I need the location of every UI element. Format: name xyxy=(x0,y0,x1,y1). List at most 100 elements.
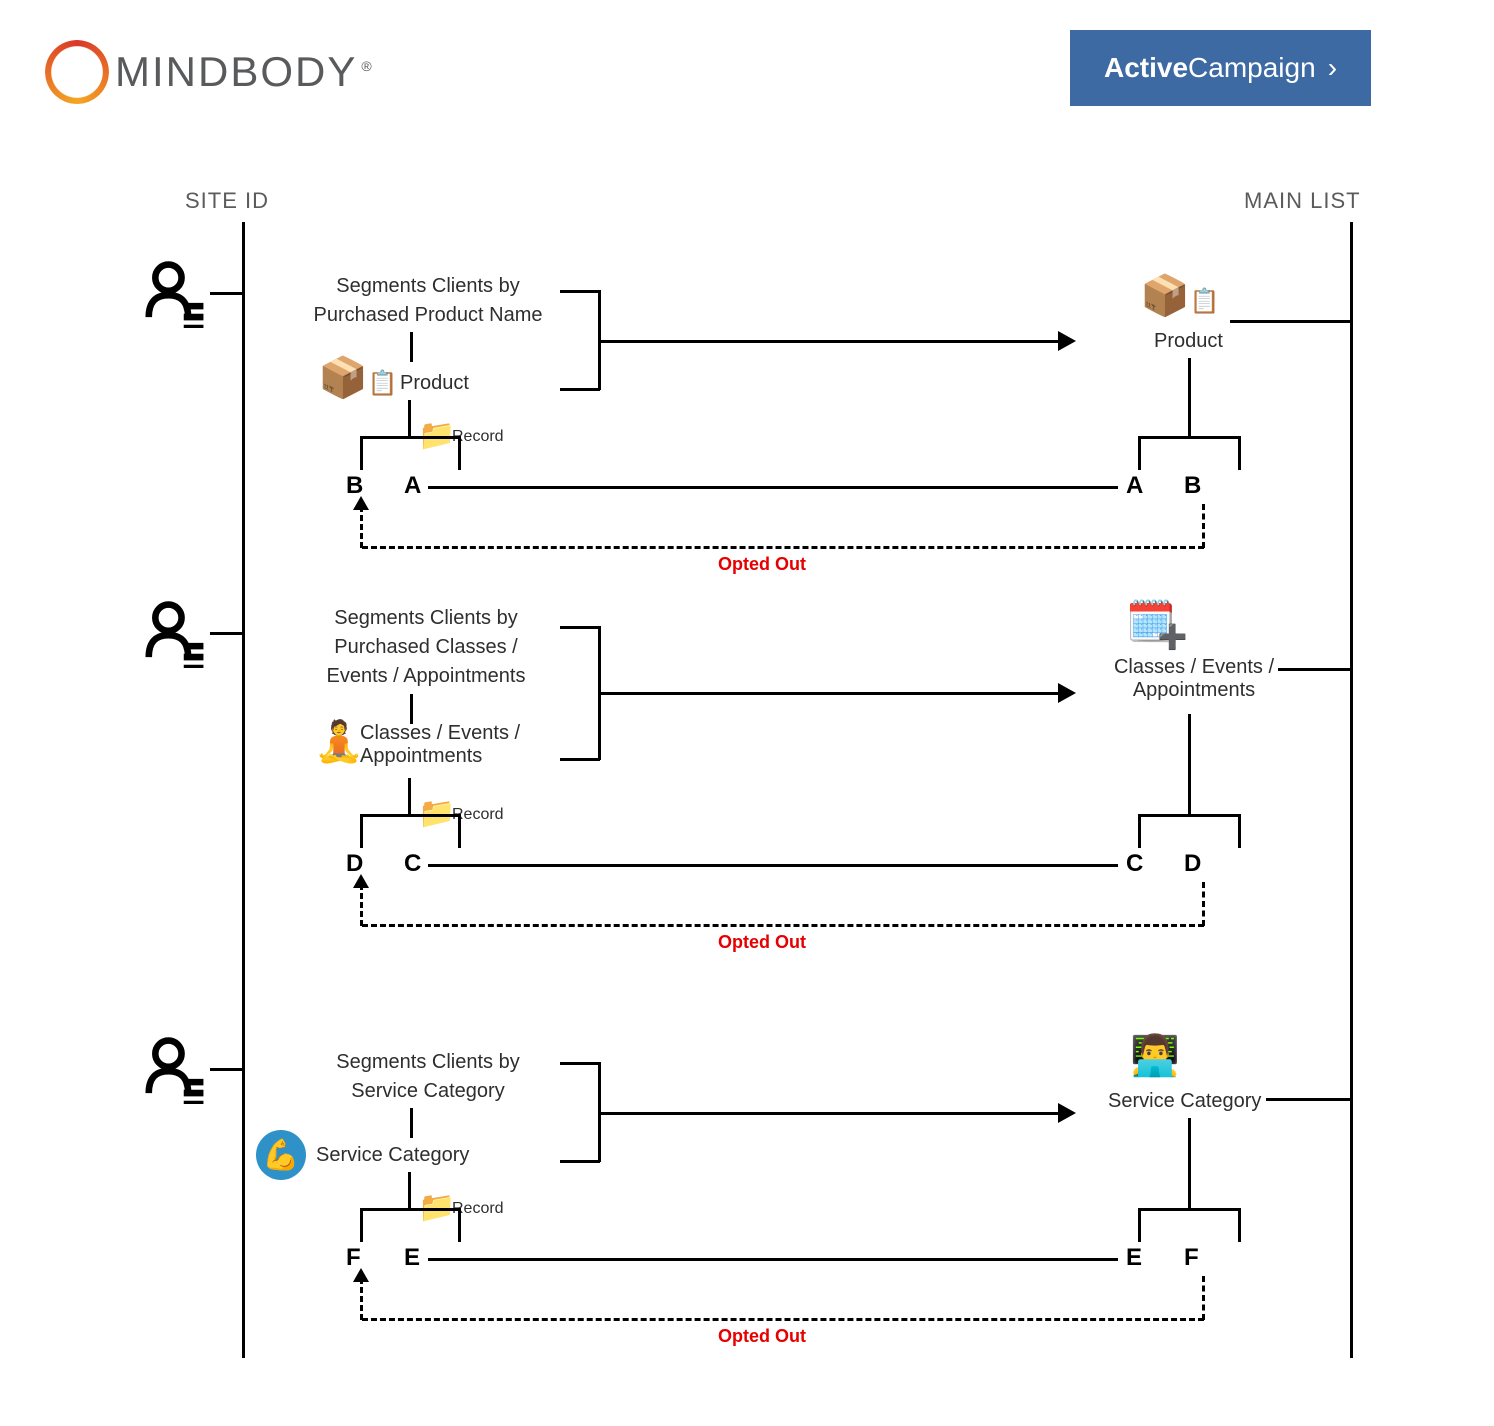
s3-branch-left xyxy=(210,1068,242,1071)
s2-arrow-shaft xyxy=(600,692,1060,695)
s2-left-node: Classes / Events / Appointments xyxy=(360,722,560,768)
s3-seg-line2: Service Category xyxy=(298,1077,558,1106)
s2-left-node-l1: Classes / Events / xyxy=(360,722,560,745)
s1-dashed xyxy=(362,546,1204,549)
s3-bracket-bot xyxy=(560,1160,600,1163)
s2-dashed-arrow xyxy=(353,874,369,888)
mindbody-registered: ® xyxy=(361,58,373,74)
s3-right-down xyxy=(1188,1118,1191,1208)
header-main-list: MAIN LIST xyxy=(1244,188,1361,214)
mindbody-ring-icon xyxy=(45,40,109,104)
person-list-icon xyxy=(140,258,210,328)
s1-seg-line1: Segments Clients by xyxy=(298,272,558,301)
s1-a-to-a xyxy=(428,486,1118,489)
s2-right-node-l1: Classes / Events / xyxy=(1094,656,1294,679)
s2-seg-to-node xyxy=(410,694,413,724)
s3-letter-E-left: E xyxy=(404,1244,420,1272)
s3-dashed xyxy=(362,1318,1204,1321)
mindbody-text-bold: MIND xyxy=(115,48,230,95)
s2-letter-C-left: C xyxy=(404,850,421,878)
mindbody-logo: MINDBODY® xyxy=(45,40,374,104)
s2-fork-h xyxy=(360,814,460,817)
s2-right-node: Classes / Events / Appointments xyxy=(1094,656,1294,702)
activecampaign-badge: ActiveCampaign › xyxy=(1070,30,1371,106)
s1-bracket-bot xyxy=(560,388,600,391)
s1-letter-A-right: A xyxy=(1126,472,1143,500)
s3-e-to-e xyxy=(428,1258,1118,1261)
s1-right-node: Product xyxy=(1154,330,1223,353)
service-category-icon: 💪 xyxy=(256,1130,306,1180)
s1-dashed-right-v xyxy=(1202,504,1205,548)
mindbody-wordmark: MINDBODY® xyxy=(115,48,374,96)
s2-node-down xyxy=(408,778,411,814)
s1-dashed-arrow xyxy=(353,496,369,510)
left-trunk-line xyxy=(242,222,245,1358)
s2-branch-left xyxy=(210,632,242,635)
s1-left-node: Product xyxy=(400,372,469,395)
s2-seg-line3: Events / Appointments xyxy=(296,662,556,691)
s2-seg-line2: Purchased Classes / xyxy=(296,633,556,662)
s3-opted-out: Opted Out xyxy=(718,1326,806,1347)
person-list-icon-2 xyxy=(140,598,210,668)
s1-branch-left xyxy=(210,292,242,295)
s1-segment-label: Segments Clients by Purchased Product Na… xyxy=(298,272,558,330)
diagram-canvas: MINDBODY® ActiveCampaign › SITE ID MAIN … xyxy=(0,0,1494,1426)
s3-bracket-top xyxy=(560,1062,600,1065)
s2-seg-line1: Segments Clients by xyxy=(296,604,556,633)
s3-seg-to-node xyxy=(410,1108,413,1138)
s3-right-fork-h xyxy=(1138,1208,1240,1211)
s1-fork-r xyxy=(458,436,461,470)
ac-text-bold: Active xyxy=(1104,52,1188,84)
s2-right-fork-r xyxy=(1238,814,1241,848)
s2-right-node-l2: Appointments xyxy=(1094,679,1294,702)
s3-node-down xyxy=(408,1172,411,1208)
calendar-plus-icon: 🗓️➕ xyxy=(1126,602,1206,642)
s2-right-down xyxy=(1188,714,1191,814)
s3-letter-E-right: E xyxy=(1126,1244,1142,1272)
s3-right-branch xyxy=(1266,1098,1350,1101)
yoga-icon: 🧘 xyxy=(314,722,364,762)
s2-bracket-bot xyxy=(560,758,600,761)
s2-dashed xyxy=(362,924,1204,927)
s3-dashed-left-v xyxy=(360,1278,363,1320)
s1-seg-to-node xyxy=(410,332,413,362)
s2-letter-C-right: C xyxy=(1126,850,1143,878)
person-list-icon-3 xyxy=(140,1034,210,1104)
s3-dashed-arrow xyxy=(353,1268,369,1282)
s2-arrow-head xyxy=(1058,683,1076,703)
s2-fork-r xyxy=(458,814,461,848)
s3-right-node: Service Category xyxy=(1108,1090,1261,1113)
ac-text-rest: Campaign xyxy=(1188,52,1316,84)
s1-fork-l xyxy=(360,436,363,470)
s3-fork-h xyxy=(360,1208,460,1211)
s1-right-branch xyxy=(1230,320,1350,323)
s1-node-down xyxy=(408,400,411,436)
s3-right-fork-l xyxy=(1138,1208,1141,1242)
computer-worker-icon: 👨‍💻 xyxy=(1130,1036,1180,1076)
s1-seg-line2: Purchased Product Name xyxy=(298,301,558,330)
s2-letter-D-right: D xyxy=(1184,850,1201,878)
header-site-id: SITE ID xyxy=(185,188,269,214)
s3-segment-label: Segments Clients by Service Category xyxy=(298,1048,558,1106)
s3-dashed-right-v xyxy=(1202,1276,1205,1320)
s2-right-branch xyxy=(1278,668,1350,671)
s2-dashed-right-v xyxy=(1202,882,1205,926)
right-trunk-line xyxy=(1350,222,1353,1358)
s1-right-fork-r xyxy=(1238,436,1241,470)
ac-arrow-icon: › xyxy=(1328,52,1337,84)
s1-opted-out: Opted Out xyxy=(718,554,806,575)
s2-c-to-c xyxy=(428,864,1118,867)
mindbody-text-rest: BODY xyxy=(230,48,357,95)
s1-arrow-head xyxy=(1058,331,1076,351)
s1-arrow-shaft xyxy=(600,340,1060,343)
s1-fork-h xyxy=(360,436,460,439)
product-outline-icon: 📦📋 xyxy=(1140,276,1220,316)
s3-seg-line1: Segments Clients by xyxy=(298,1048,558,1077)
s1-dashed-left-v xyxy=(360,506,363,548)
s2-left-node-l2: Appointments xyxy=(360,745,560,768)
s1-right-down xyxy=(1188,358,1191,436)
s2-right-fork-h xyxy=(1138,814,1240,817)
s3-fork-r xyxy=(458,1208,461,1242)
s2-fork-l xyxy=(360,814,363,848)
s2-bracket-top xyxy=(560,626,600,629)
